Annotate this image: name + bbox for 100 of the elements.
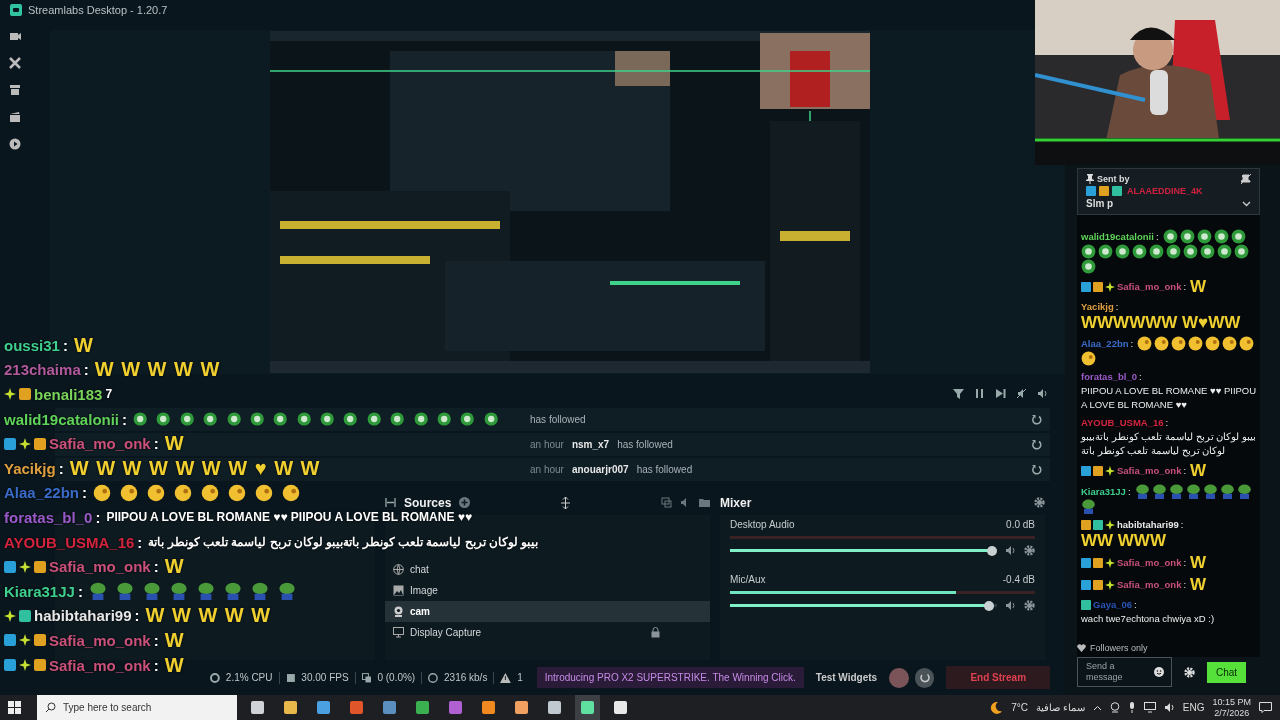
clock-time[interactable]: 10:15 PM	[1212, 696, 1251, 708]
emote-text: WW WWW	[1081, 532, 1166, 550]
ball-icon	[1098, 244, 1113, 259]
chat-username[interactable]: Kiara31JJ	[1081, 484, 1126, 499]
chat-username[interactable]: walid19catalonii	[1081, 229, 1154, 244]
start-icon[interactable]	[8, 701, 21, 714]
monitor-icon	[393, 627, 404, 638]
event-user: nsm_x7	[571, 439, 610, 450]
ball-icon	[296, 410, 312, 429]
channel-name: Desktop Audio	[730, 519, 795, 530]
camera-icon[interactable]	[9, 30, 21, 42]
promo-banner[interactable]: Introducing PRO X2 SUPERSTRIKE. The Winning Click.	[536, 667, 804, 688]
colon: :	[1165, 416, 1169, 430]
source-item[interactable]: cam	[385, 601, 710, 622]
source-item[interactable]: chat	[385, 559, 710, 580]
emote-text: W	[164, 628, 184, 652]
colon: :	[1180, 518, 1184, 532]
filter-icon[interactable]	[953, 387, 964, 399]
resize-icon[interactable]	[561, 496, 571, 509]
play-icon[interactable]	[9, 138, 21, 150]
ball-icon	[320, 410, 335, 429]
lock-icon[interactable]	[651, 627, 660, 638]
frog-icon	[1134, 484, 1150, 499]
chat-username: foratas_bl_0	[4, 508, 93, 526]
chat-message: wach twe7echtona chwiya xD :)	[1081, 612, 1215, 626]
face-icon	[174, 483, 193, 502]
collapse-icon[interactable]	[385, 497, 396, 508]
star-icon	[4, 609, 16, 622]
speaker-icon[interactable]	[1037, 387, 1048, 399]
settings-icon[interactable]	[1034, 497, 1045, 508]
chat-username[interactable]: Safia_mo_onk	[1117, 578, 1182, 592]
chat-username[interactable]: Safia_mo_onk	[1117, 464, 1182, 478]
chat-username: benali183	[34, 386, 103, 403]
record-button[interactable]	[889, 667, 909, 688]
face-icon	[120, 483, 139, 502]
settings-icon[interactable]	[1024, 545, 1035, 556]
skip-icon[interactable]	[995, 387, 1006, 399]
chat-username[interactable]: habibtahari99	[1117, 518, 1179, 532]
ball-icon	[1081, 244, 1096, 259]
star-icon	[1105, 580, 1115, 590]
warning-icon[interactable]	[500, 672, 512, 683]
end-stream-button[interactable]: End Stream	[946, 666, 1051, 689]
colon: :	[95, 508, 101, 526]
chat-username[interactable]: foratas_bl_0	[1081, 370, 1137, 384]
app-logo-icon	[10, 4, 22, 16]
chat-username: Kiara31JJ	[4, 582, 75, 600]
alert-count[interactable]: 1	[517, 672, 523, 683]
add-icon[interactable]	[459, 497, 471, 508]
square-icon	[1093, 520, 1103, 530]
ball-icon	[133, 410, 148, 429]
emote-text: W W W W W	[94, 358, 220, 382]
chat-username[interactable]: Safia_mo_onk	[1117, 556, 1182, 570]
copy-icon[interactable]	[661, 497, 672, 508]
chat-message: PIIPOU A LOVE BL ROMANE ♥♥ PIIPOU A LOVE BL ROMANE ♥♥	[106, 510, 473, 525]
source-item[interactable]: Image	[385, 580, 710, 601]
repeat-icon[interactable]	[1031, 464, 1042, 475]
microphone-icon[interactable]	[1127, 702, 1136, 713]
face-icon	[255, 483, 274, 502]
mute-icon[interactable]	[1016, 387, 1027, 399]
chat-username: habibtahari99	[34, 607, 132, 625]
chat-username[interactable]: AYOUB_USMA_16	[1081, 416, 1164, 430]
frog-icon	[88, 582, 107, 601]
clock-date[interactable]: 2/7/2026	[1214, 707, 1250, 719]
repeat-icon[interactable]	[1031, 439, 1042, 450]
replay-button[interactable]	[914, 667, 935, 688]
repeat-icon[interactable]	[1031, 414, 1042, 425]
chat-username: Safia_mo_onk	[49, 558, 151, 576]
speaker-icon[interactable]	[1005, 600, 1016, 611]
folder-icon[interactable]	[699, 497, 710, 508]
taskbar-app[interactable]	[575, 695, 600, 720]
speaker-icon[interactable]	[1163, 702, 1175, 713]
taskbar-search[interactable]: Type here to search	[37, 695, 237, 720]
chat-username[interactable]: Safia_mo_onk	[1117, 280, 1182, 294]
clapper-icon[interactable]	[9, 111, 21, 123]
weather-text: سماء صافية	[1036, 702, 1085, 713]
settings-icon[interactable]	[1024, 600, 1035, 611]
star-icon	[4, 388, 16, 401]
chat-username[interactable]: Yacikjg	[1081, 300, 1114, 314]
colon: :	[122, 410, 128, 428]
speaker-icon[interactable]	[1005, 545, 1016, 556]
emote-text: W	[164, 555, 184, 579]
chat-username[interactable]: Alaa_22bn	[1081, 336, 1129, 351]
bitrate-reading: 2316 kb/s	[444, 672, 488, 683]
message-field[interactable]: Send a message	[1077, 657, 1172, 687]
chat-button[interactable]: Chat	[1207, 661, 1247, 683]
star-icon	[19, 560, 31, 573]
webcam-icon[interactable]	[1109, 702, 1120, 713]
chevron-icon[interactable]	[1092, 704, 1102, 711]
unpin-icon[interactable]	[1241, 174, 1251, 184]
store-icon[interactable]	[9, 84, 21, 96]
star-icon	[1105, 282, 1115, 292]
ball-icon	[460, 410, 475, 429]
notification-icon[interactable]	[1259, 702, 1272, 713]
smiley-icon[interactable]	[1154, 667, 1164, 677]
chevron-icon[interactable]	[1242, 200, 1251, 207]
source-item[interactable]: Display Capture	[385, 622, 710, 643]
pause-icon[interactable]	[974, 387, 985, 399]
colon: :	[134, 607, 140, 625]
colon: :	[1127, 484, 1131, 499]
language-indicator[interactable]: ENG	[1182, 702, 1205, 713]
